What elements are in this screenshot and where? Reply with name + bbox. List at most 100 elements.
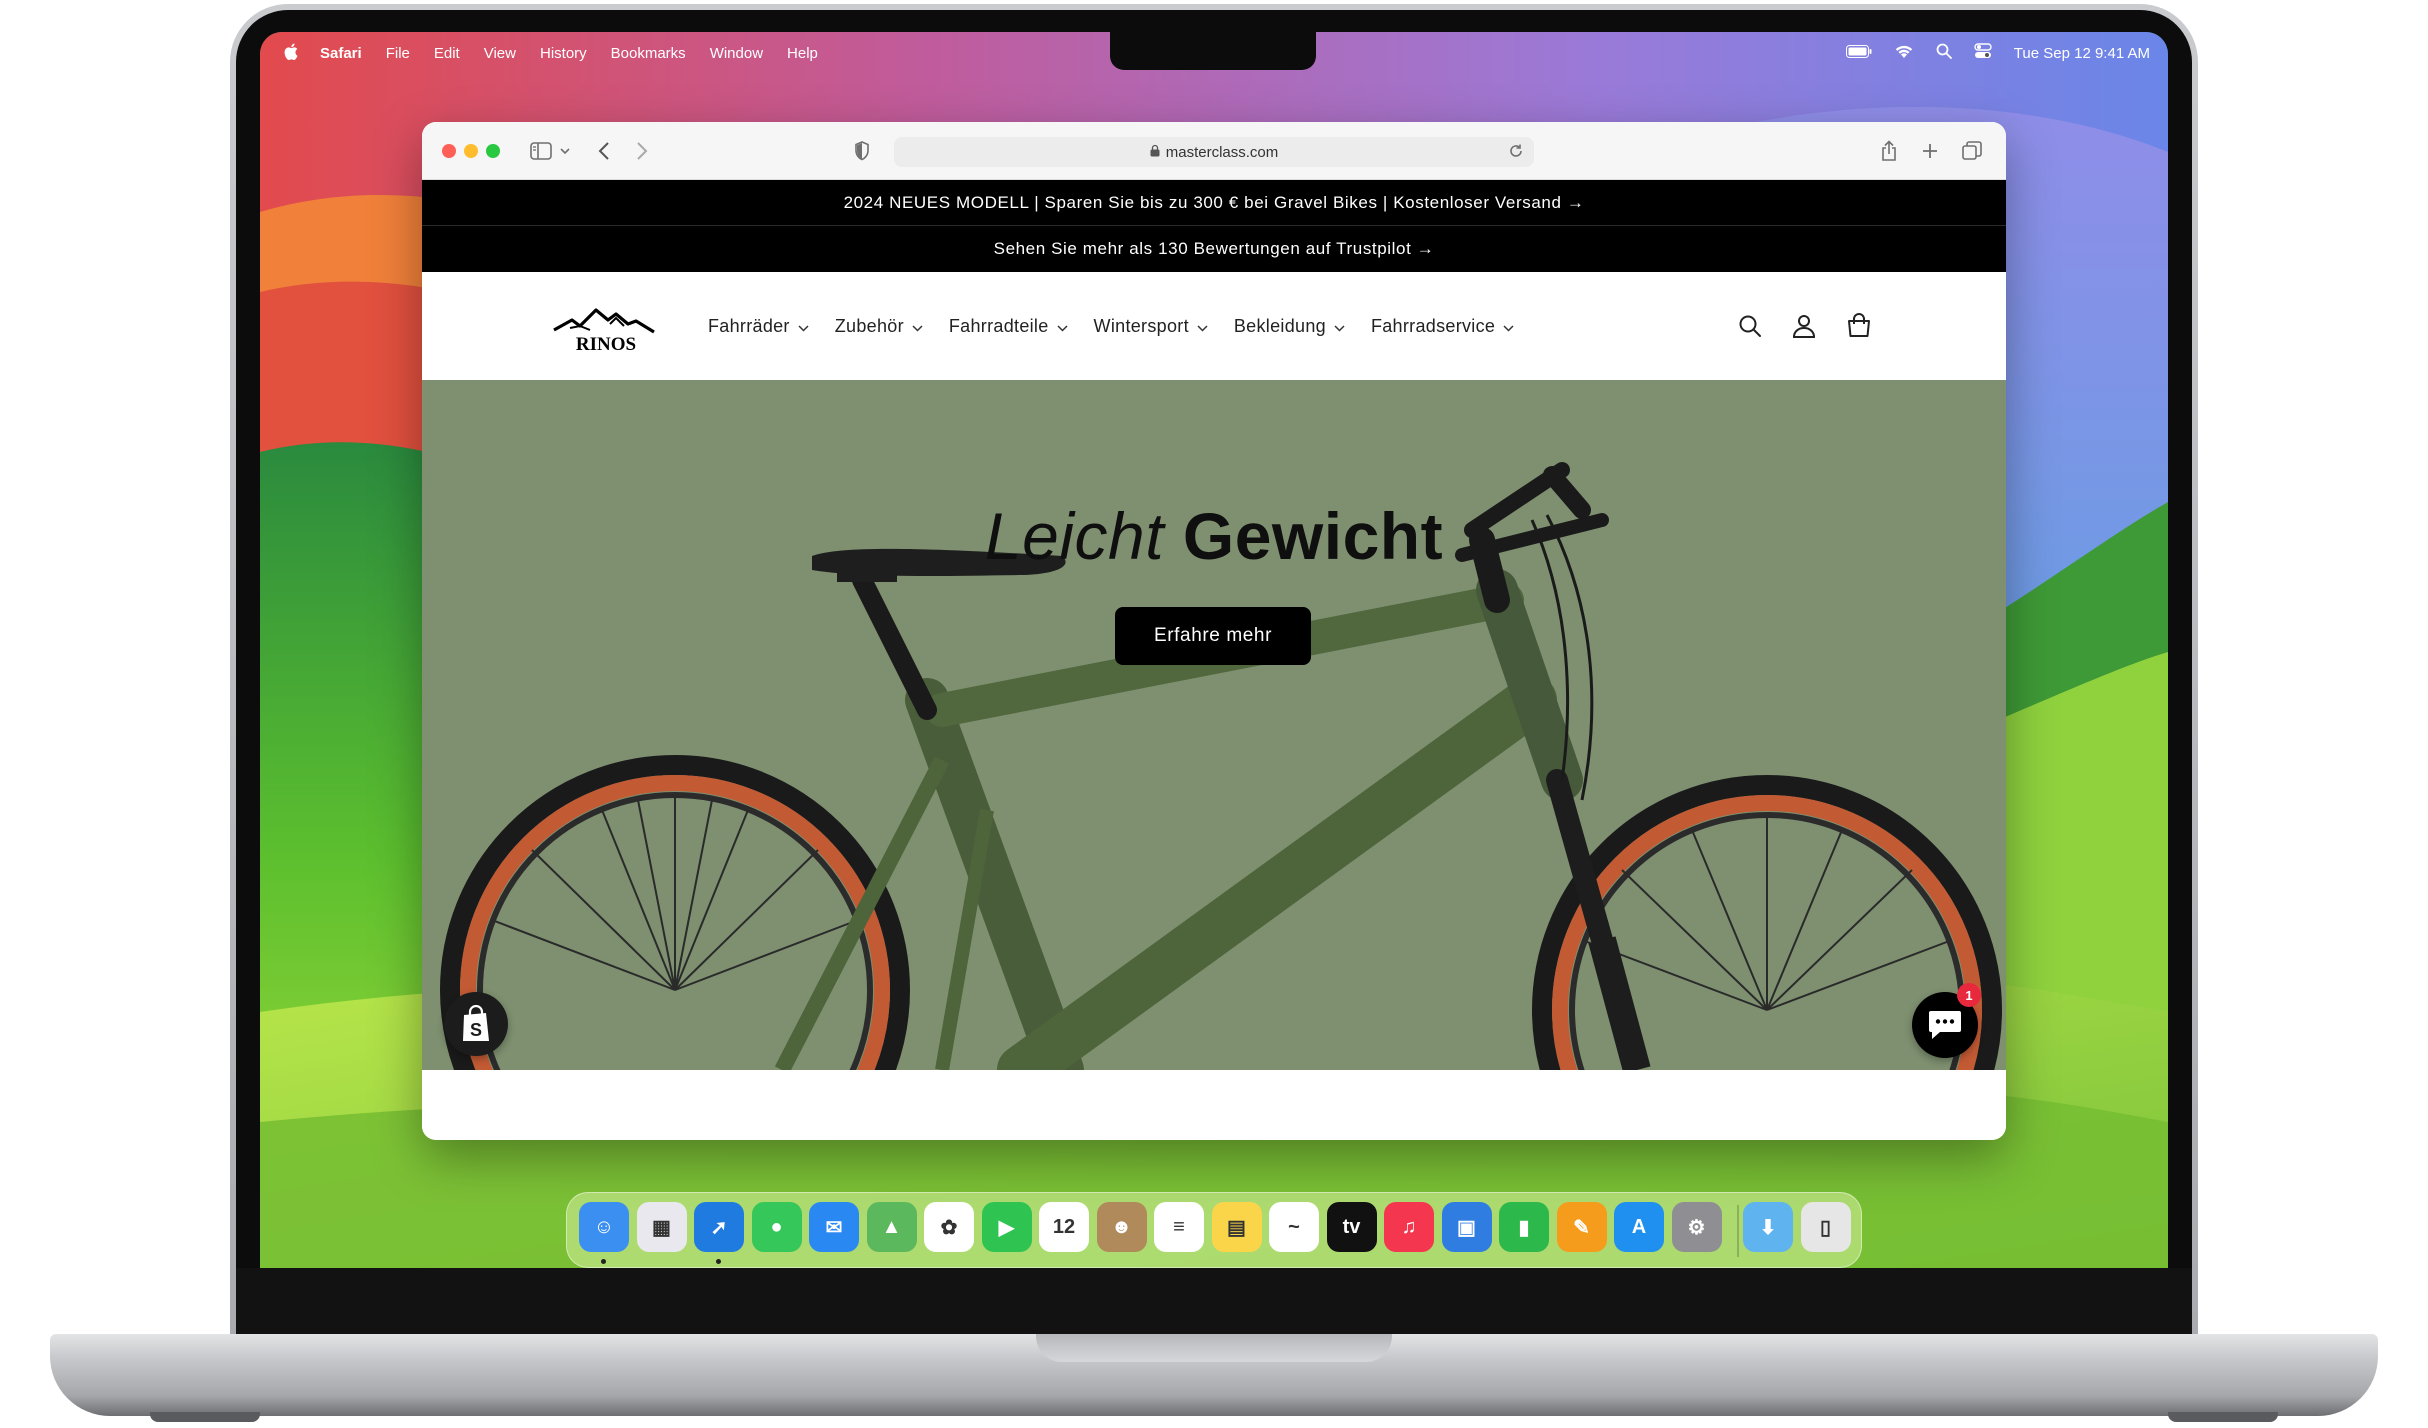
laptop-foot-right <box>2168 1412 2278 1422</box>
dock-mail-icon[interactable]: ✉ <box>809 1202 859 1252</box>
nav-wintersport[interactable]: Wintersport <box>1094 316 1208 337</box>
dock-numbers-icon[interactable]: ▮ <box>1499 1202 1549 1252</box>
chevron-down-icon <box>798 316 809 337</box>
learn-more-button[interactable]: Erfahre mehr <box>1115 607 1311 665</box>
web-page: 2024 NEUES MODELL | Sparen Sie bis zu 30… <box>422 180 2006 1140</box>
bicycle-image <box>440 462 2002 1070</box>
dock-app-store-icon[interactable]: A <box>1614 1202 1664 1252</box>
announcement-bar-reviews[interactable]: Sehen Sie mehr als 130 Bewertungen auf T… <box>422 226 2006 272</box>
site-header: RINOS Fahrräder Zubehör Fahrradteile Win… <box>422 272 2006 380</box>
dock-finder-icon[interactable]: ☺ <box>579 1202 629 1252</box>
nav-label: Fahrradservice <box>1370 315 1496 336</box>
chevron-down-icon <box>1057 316 1068 337</box>
menu-window[interactable]: Window <box>710 45 763 62</box>
close-window-button[interactable] <box>442 144 456 158</box>
svg-text:S: S <box>470 1020 482 1040</box>
menu-clock[interactable]: Tue Sep 12 9:41 AM <box>2014 45 2150 62</box>
sidebar-icon[interactable] <box>530 138 552 164</box>
spotlight-icon[interactable] <box>1936 43 1952 63</box>
forward-icon[interactable] <box>636 138 648 164</box>
shopify-icon[interactable]: S <box>444 992 508 1056</box>
laptop-foot-left <box>150 1412 260 1422</box>
hero-title-bold: Gewicht <box>1182 499 1444 573</box>
zoom-window-button[interactable] <box>486 144 500 158</box>
nav-bekleidung[interactable]: Bekleidung <box>1234 316 1345 337</box>
lock-icon <box>1150 144 1160 161</box>
menu-app-name[interactable]: Safari <box>320 45 362 62</box>
menu-bar: Safari File Edit View History Bookmarks … <box>260 32 2168 74</box>
safari-window: masterclass.com 2024 NEUES MODELL | Spar… <box>422 122 2006 1140</box>
announcement-bar-promo[interactable]: 2024 NEUES MODELL | Sparen Sie bis zu 30… <box>422 180 2006 226</box>
hero-banner: Leicht Gewicht Erfahre mehr S 1 <box>422 380 2006 1070</box>
dock-contacts-icon[interactable]: ☻ <box>1096 1202 1147 1252</box>
laptop-chin <box>236 1268 2192 1336</box>
nav-fahrradteile[interactable]: Fahrradteile <box>949 316 1068 337</box>
dock-reminders-icon[interactable]: ≡ <box>1154 1202 1204 1252</box>
chevron-down-icon <box>912 316 923 337</box>
dock-pages-icon[interactable]: ✎ <box>1556 1202 1607 1252</box>
dock-separator <box>1737 1205 1739 1257</box>
apple-icon[interactable] <box>284 43 298 64</box>
laptop-opening-notch <box>1036 1334 1392 1362</box>
dock-photos-icon[interactable]: ✿ <box>924 1202 974 1252</box>
menu-help[interactable]: Help <box>787 45 818 62</box>
nav-label: Fahrräder <box>708 315 790 336</box>
dock-messages-icon[interactable]: ● <box>751 1202 802 1252</box>
dock-calendar-icon[interactable]: 12 <box>1039 1202 1089 1252</box>
dock-apple-tv-icon[interactable]: tv <box>1326 1202 1377 1252</box>
minimize-window-button[interactable] <box>464 144 478 158</box>
wifi-icon[interactable] <box>1894 44 1914 63</box>
menu-bookmarks[interactable]: Bookmarks <box>611 45 686 62</box>
nav-fahrraeder[interactable]: Fahrräder <box>708 316 809 337</box>
hero-title: Leicht Gewicht <box>422 498 2006 574</box>
url-text: masterclass.com <box>1165 143 1279 161</box>
menu-view[interactable]: View <box>484 45 516 62</box>
dock-running-indicator <box>601 1259 606 1264</box>
dock-downloads-folder-icon[interactable]: ⬇ <box>1743 1202 1793 1252</box>
dock-system-settings-icon[interactable]: ⚙ <box>1671 1202 1722 1252</box>
rear-wheel <box>440 755 910 1070</box>
chat-notification-badge: 1 <box>1957 983 1981 1007</box>
nav-label: Bekleidung <box>1233 315 1326 336</box>
menu-history[interactable]: History <box>540 45 587 62</box>
reload-icon[interactable] <box>1508 143 1524 163</box>
dock-trash-icon[interactable]: ▯ <box>1800 1202 1851 1252</box>
nav-label: Wintersport <box>1093 315 1189 336</box>
dock: ☺ ▦ ➚ ● ✉ ▲ ✿ ▶ 12 ☻ ≡ ▤ ~ tv ♫ ▣ ▮ ✎ A ⚙ ⬇ ▯ <box>566 1192 1862 1268</box>
nav-label: Zubehör <box>834 315 904 336</box>
menu-edit[interactable]: Edit <box>434 45 460 62</box>
nav-fahrradservice[interactable]: Fahrradservice <box>1371 316 1514 337</box>
dock-maps-icon[interactable]: ▲ <box>866 1202 917 1252</box>
hero-title-light: Leicht <box>984 499 1165 573</box>
dock-notes-icon[interactable]: ▤ <box>1211 1202 1262 1252</box>
back-icon[interactable] <box>598 138 610 164</box>
share-icon[interactable] <box>1880 138 1898 164</box>
battery-icon[interactable] <box>1845 44 1872 62</box>
logo-text: RINOS <box>576 334 636 354</box>
screen: Safari File Edit View History Bookmarks … <box>260 32 2168 1268</box>
dock-running-indicator <box>716 1259 721 1264</box>
nav-zubehoer[interactable]: Zubehör <box>835 316 923 337</box>
tab-overview-icon[interactable] <box>1962 138 1982 164</box>
chevron-down-icon <box>1503 316 1514 337</box>
menu-bar-status: Tue Sep 12 9:41 AM <box>1845 32 2150 74</box>
dock-freeform-icon[interactable]: ~ <box>1269 1202 1319 1252</box>
dock-safari-icon[interactable]: ➚ <box>694 1202 744 1252</box>
header-actions <box>1738 272 1872 380</box>
site-logo[interactable]: RINOS <box>550 304 660 355</box>
new-tab-icon[interactable] <box>1922 138 1938 164</box>
control-center-icon[interactable] <box>1974 43 1992 63</box>
dock-facetime-icon[interactable]: ▶ <box>981 1202 1032 1252</box>
dock-launchpad-icon[interactable]: ▦ <box>636 1202 687 1252</box>
chevron-down-icon <box>1334 316 1345 337</box>
menu-file[interactable]: File <box>386 45 410 62</box>
dock-keynote-icon[interactable]: ▣ <box>1441 1202 1492 1252</box>
search-icon[interactable] <box>1738 314 1762 338</box>
dock-music-icon[interactable]: ♫ <box>1384 1202 1434 1252</box>
chevron-down-icon <box>1197 316 1208 337</box>
account-icon[interactable] <box>1792 313 1816 339</box>
cart-icon[interactable] <box>1846 313 1872 339</box>
chevron-down-icon[interactable] <box>560 138 570 164</box>
address-bar[interactable]: masterclass.com <box>894 137 1534 167</box>
privacy-shield-icon[interactable] <box>854 138 870 164</box>
